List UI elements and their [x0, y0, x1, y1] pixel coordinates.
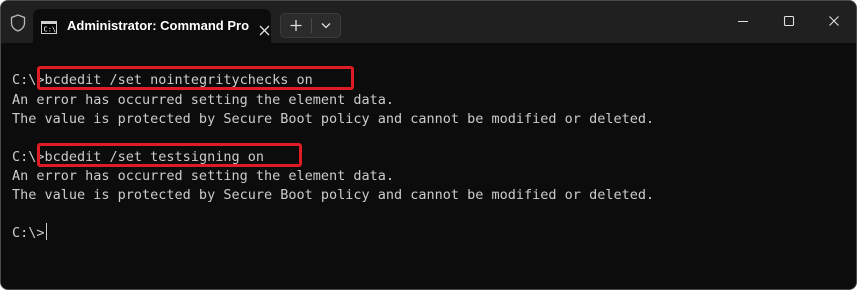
terminal-window: C:\ Administrator: Command Pro C:\>bcded… — [0, 0, 857, 290]
output-line: An error has occurred setting the elemen… — [12, 168, 395, 184]
tab-command-prompt[interactable]: C:\ Administrator: Command Pro — [33, 9, 271, 43]
close-tab-icon[interactable] — [259, 21, 270, 36]
output-line: The value is protected by Secure Boot po… — [12, 187, 655, 203]
shield-icon — [10, 14, 26, 32]
new-tab-button[interactable] — [281, 14, 311, 37]
tab-title: Administrator: Command Pro — [67, 18, 250, 33]
svg-text:C:\: C:\ — [44, 26, 57, 34]
prompt-line[interactable]: C:\> — [12, 223, 47, 243]
prompt: C:\> — [12, 225, 45, 241]
minimize-button[interactable] — [733, 11, 753, 31]
close-button[interactable] — [824, 11, 844, 31]
terminal-output[interactable]: C:\>bcdedit /set nointegritychecks on An… — [1, 43, 856, 289]
highlight-box — [37, 143, 302, 167]
maximize-button[interactable] — [779, 11, 799, 31]
text-cursor — [45, 223, 47, 240]
cmd-icon: C:\ — [41, 19, 57, 34]
output-line: The value is protected by Secure Boot po… — [12, 111, 655, 127]
title-bar: C:\ Administrator: Command Pro — [1, 1, 856, 43]
output-line: An error has occurred setting the elemen… — [12, 92, 395, 108]
tab-actions — [280, 13, 341, 38]
chevron-down-icon[interactable] — [312, 14, 340, 37]
highlight-box — [37, 66, 354, 90]
